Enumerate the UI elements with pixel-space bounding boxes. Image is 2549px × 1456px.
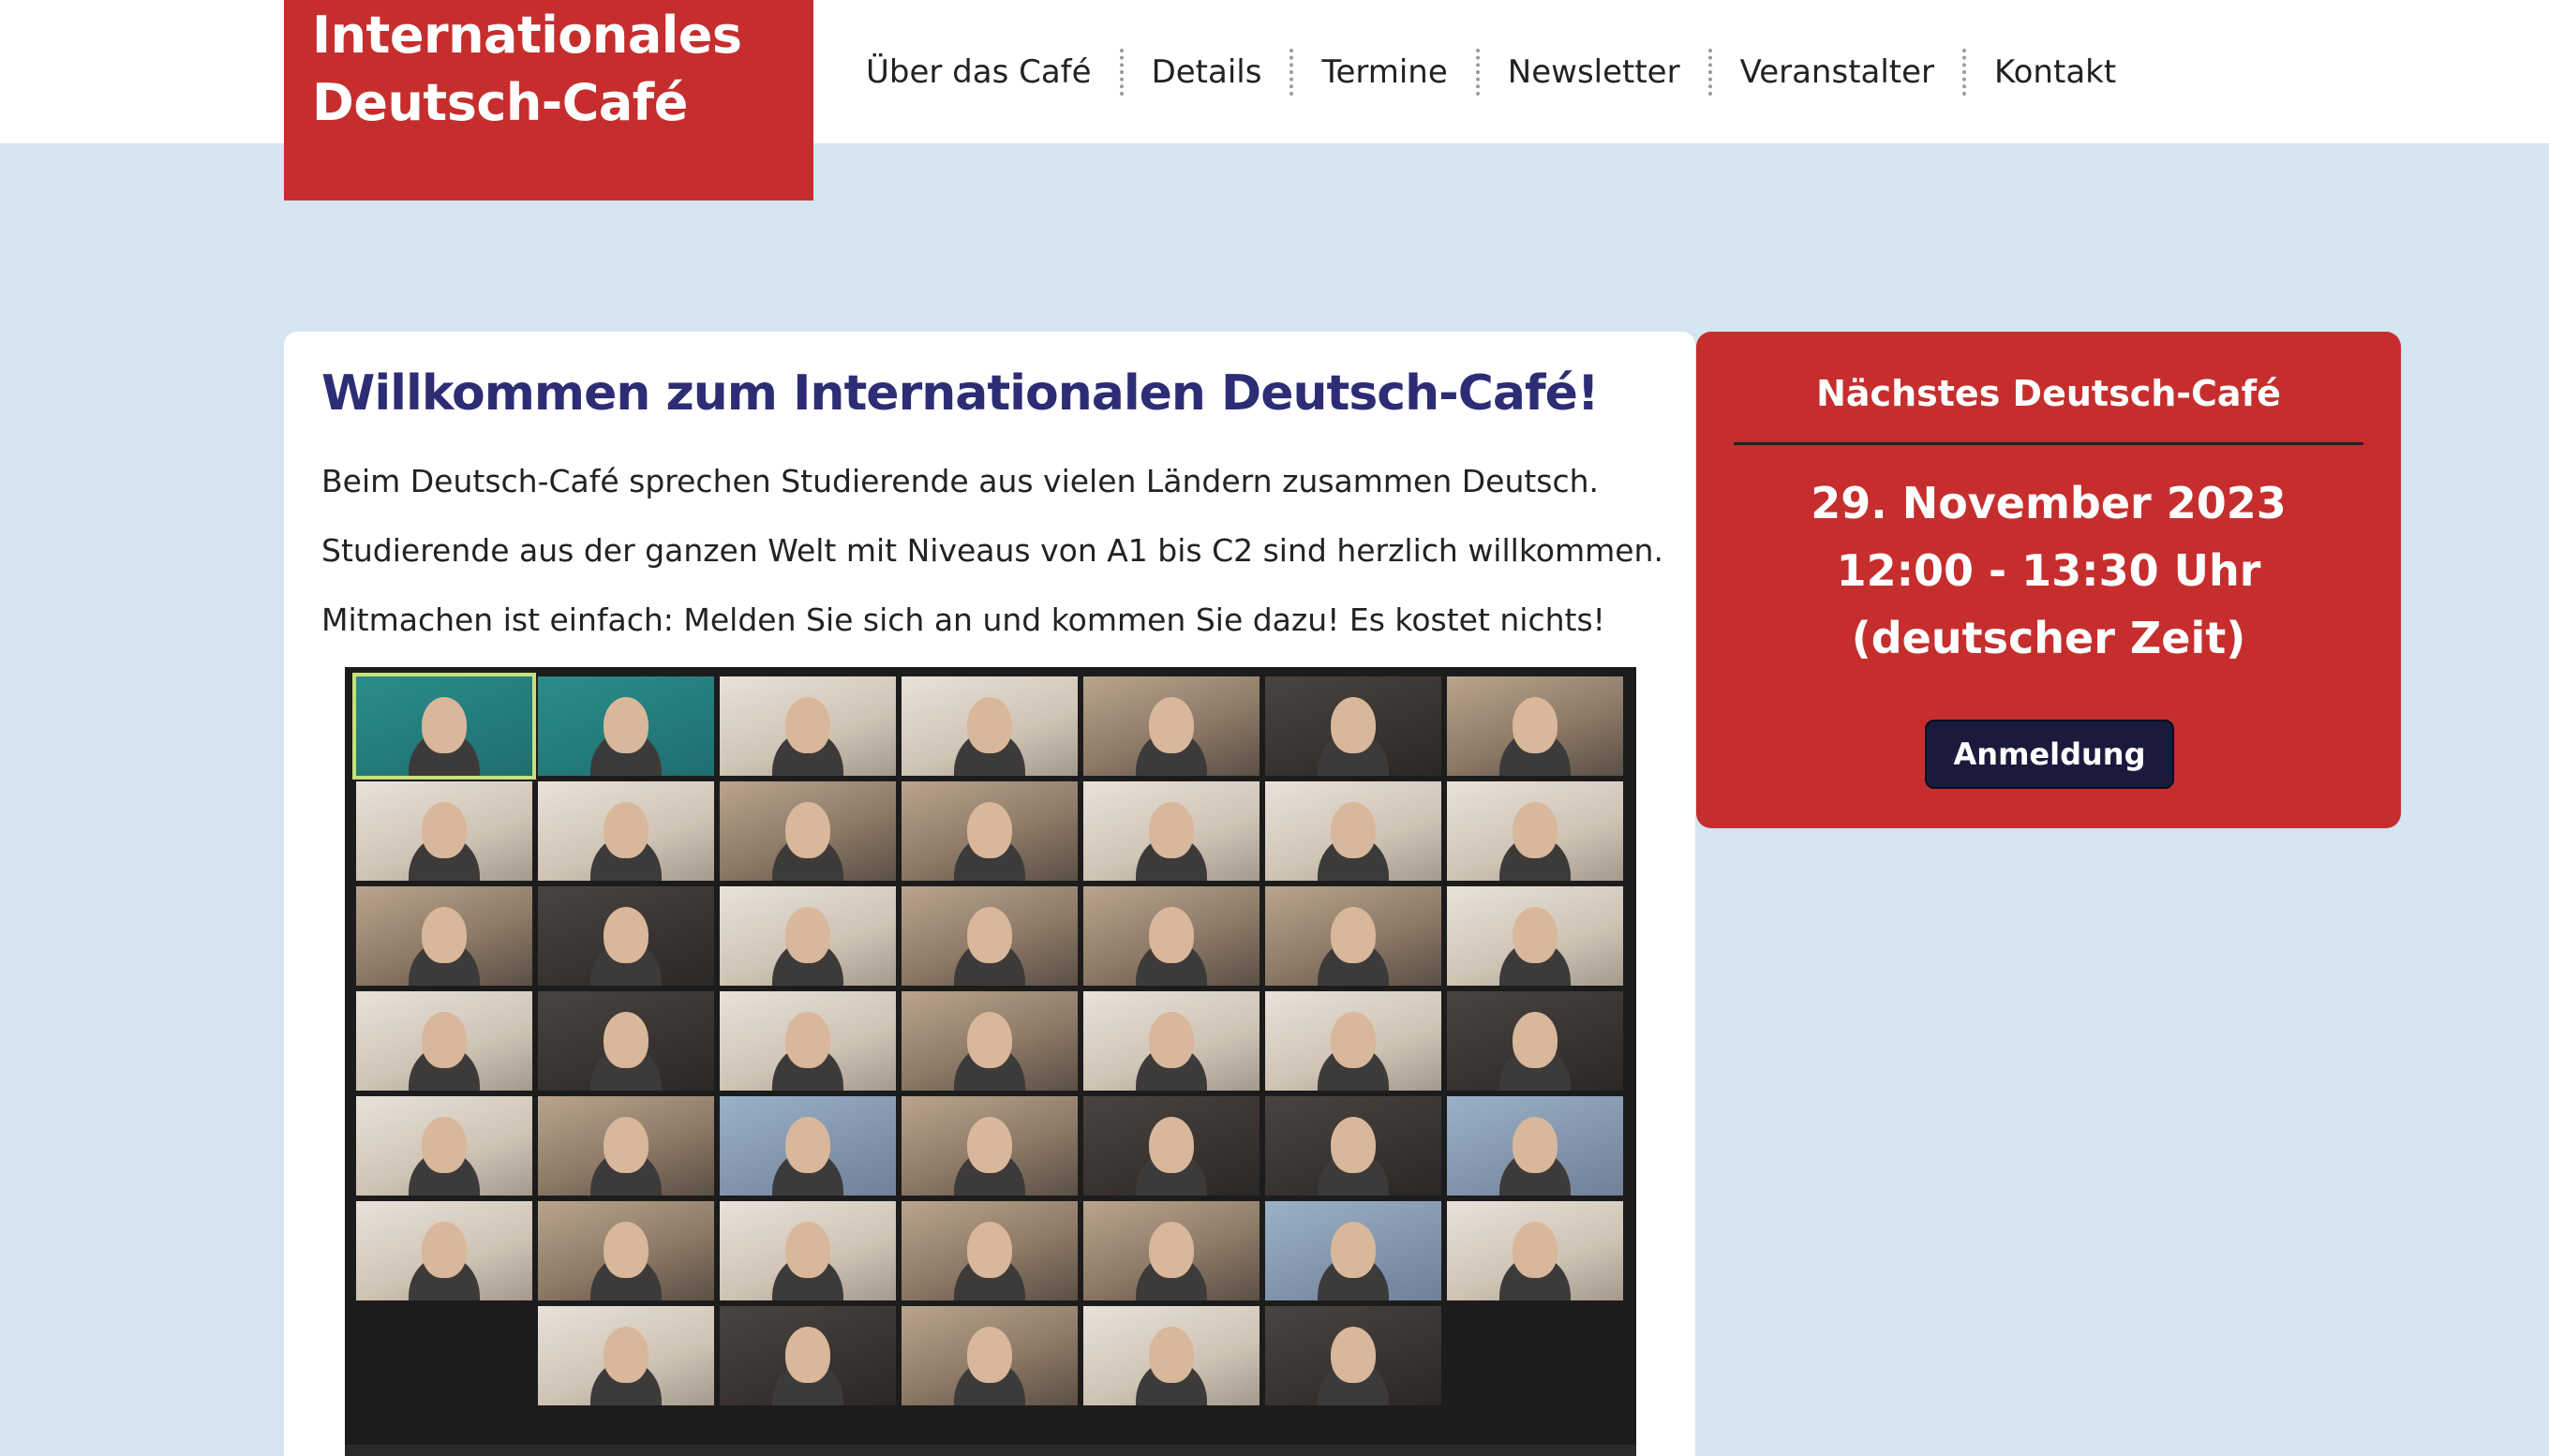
participant-tile <box>1447 676 1623 776</box>
nav-item-termine[interactable]: Termine <box>1289 48 1475 96</box>
video-toolbar-strip <box>345 1445 1636 1456</box>
participant-tile <box>356 886 532 986</box>
participant-tile <box>538 676 714 776</box>
participant-tile <box>1265 676 1441 776</box>
participant-tile <box>1265 1201 1441 1300</box>
next-event-divider <box>1734 442 2363 445</box>
site-logo[interactable]: Internationales Deutsch-Café <box>284 0 813 201</box>
next-event-timezone: (deutscher Zeit) <box>1851 613 2246 663</box>
participant-tile <box>902 991 1078 1091</box>
participant-tile <box>1265 781 1441 881</box>
next-event-card: Nächstes Deutsch-Café 29. November 2023 … <box>1696 332 2401 828</box>
main-navigation: Über das Café Details Termine Newsletter… <box>866 0 2144 143</box>
nav-item-newsletter[interactable]: Newsletter <box>1475 48 1708 96</box>
participant-tile <box>1447 1201 1623 1300</box>
participant-tile <box>538 991 714 1091</box>
participant-tile <box>538 781 714 881</box>
participant-tile <box>538 1201 714 1300</box>
next-event-date: 29. November 2023 <box>1811 478 2287 528</box>
nav-item-veranstalter[interactable]: Veranstalter <box>1707 48 1962 96</box>
participant-tile <box>1083 991 1260 1091</box>
participant-tile <box>902 1096 1078 1196</box>
page-title: Willkommen zum Internationalen Deutsch-C… <box>321 365 1600 422</box>
participant-tile <box>1083 1201 1260 1300</box>
participant-tile <box>356 991 532 1091</box>
intro-paragraph-2: Studierende aus der ganzen Welt mit Nive… <box>321 532 1663 569</box>
participant-tile <box>1083 1306 1260 1405</box>
intro-paragraph-3: Mitmachen ist einfach: Melden Sie sich a… <box>321 602 1605 638</box>
participant-tile <box>1083 886 1260 986</box>
participant-tile <box>1265 1096 1441 1196</box>
main-content-card: Willkommen zum Internationalen Deutsch-C… <box>284 332 1695 1456</box>
nav-item-kontakt[interactable]: Kontakt <box>1962 48 2144 96</box>
next-event-title: Nächstes Deutsch-Café <box>1816 373 2281 414</box>
participant-tile <box>720 1096 896 1196</box>
logo-line-2: Deutsch-Café <box>312 73 688 132</box>
participant-tile <box>902 1201 1078 1300</box>
participant-tile <box>720 781 896 881</box>
participant-tile <box>1447 781 1623 881</box>
participant-tile <box>720 886 896 986</box>
participant-tile <box>538 886 714 986</box>
anmeldung-button[interactable]: Anmeldung <box>1925 720 2174 789</box>
participant-tile <box>1265 1306 1441 1405</box>
video-conference-photo <box>345 667 1636 1456</box>
participant-tile <box>538 1096 714 1196</box>
participant-tile <box>1083 781 1260 881</box>
participant-tile <box>1083 1096 1260 1196</box>
participant-tile <box>356 1201 532 1300</box>
next-event-time: 12:00 - 13:30 Uhr <box>1836 545 2261 596</box>
participant-tile <box>352 673 536 780</box>
participant-tile <box>902 781 1078 881</box>
participant-tile <box>1265 991 1441 1091</box>
logo-line-1: Internationales <box>312 6 742 65</box>
participant-tile <box>356 781 532 881</box>
participant-tile <box>720 1201 896 1300</box>
participant-tile <box>538 1306 714 1405</box>
nav-item-details[interactable]: Details <box>1119 48 1290 96</box>
participant-tile <box>902 886 1078 986</box>
participant-tile <box>902 1306 1078 1405</box>
participant-tile <box>1447 991 1623 1091</box>
intro-paragraph-1: Beim Deutsch-Café sprechen Studierende a… <box>321 463 1600 499</box>
participant-tile <box>356 1096 532 1196</box>
participant-tile <box>1447 886 1623 986</box>
participant-tile <box>720 991 896 1091</box>
participant-tile <box>720 676 896 776</box>
site-header: Internationales Deutsch-Café Über das Ca… <box>0 0 2549 201</box>
nav-item-ueber-das-cafe[interactable]: Über das Café <box>866 49 1120 96</box>
participant-grid <box>352 673 1623 1405</box>
participant-tile <box>1265 886 1441 986</box>
participant-tile <box>1447 1096 1623 1196</box>
participant-tile <box>1083 676 1260 776</box>
empty-tile-slot <box>356 1306 532 1405</box>
participant-tile <box>902 676 1078 776</box>
participant-tile <box>720 1306 896 1405</box>
